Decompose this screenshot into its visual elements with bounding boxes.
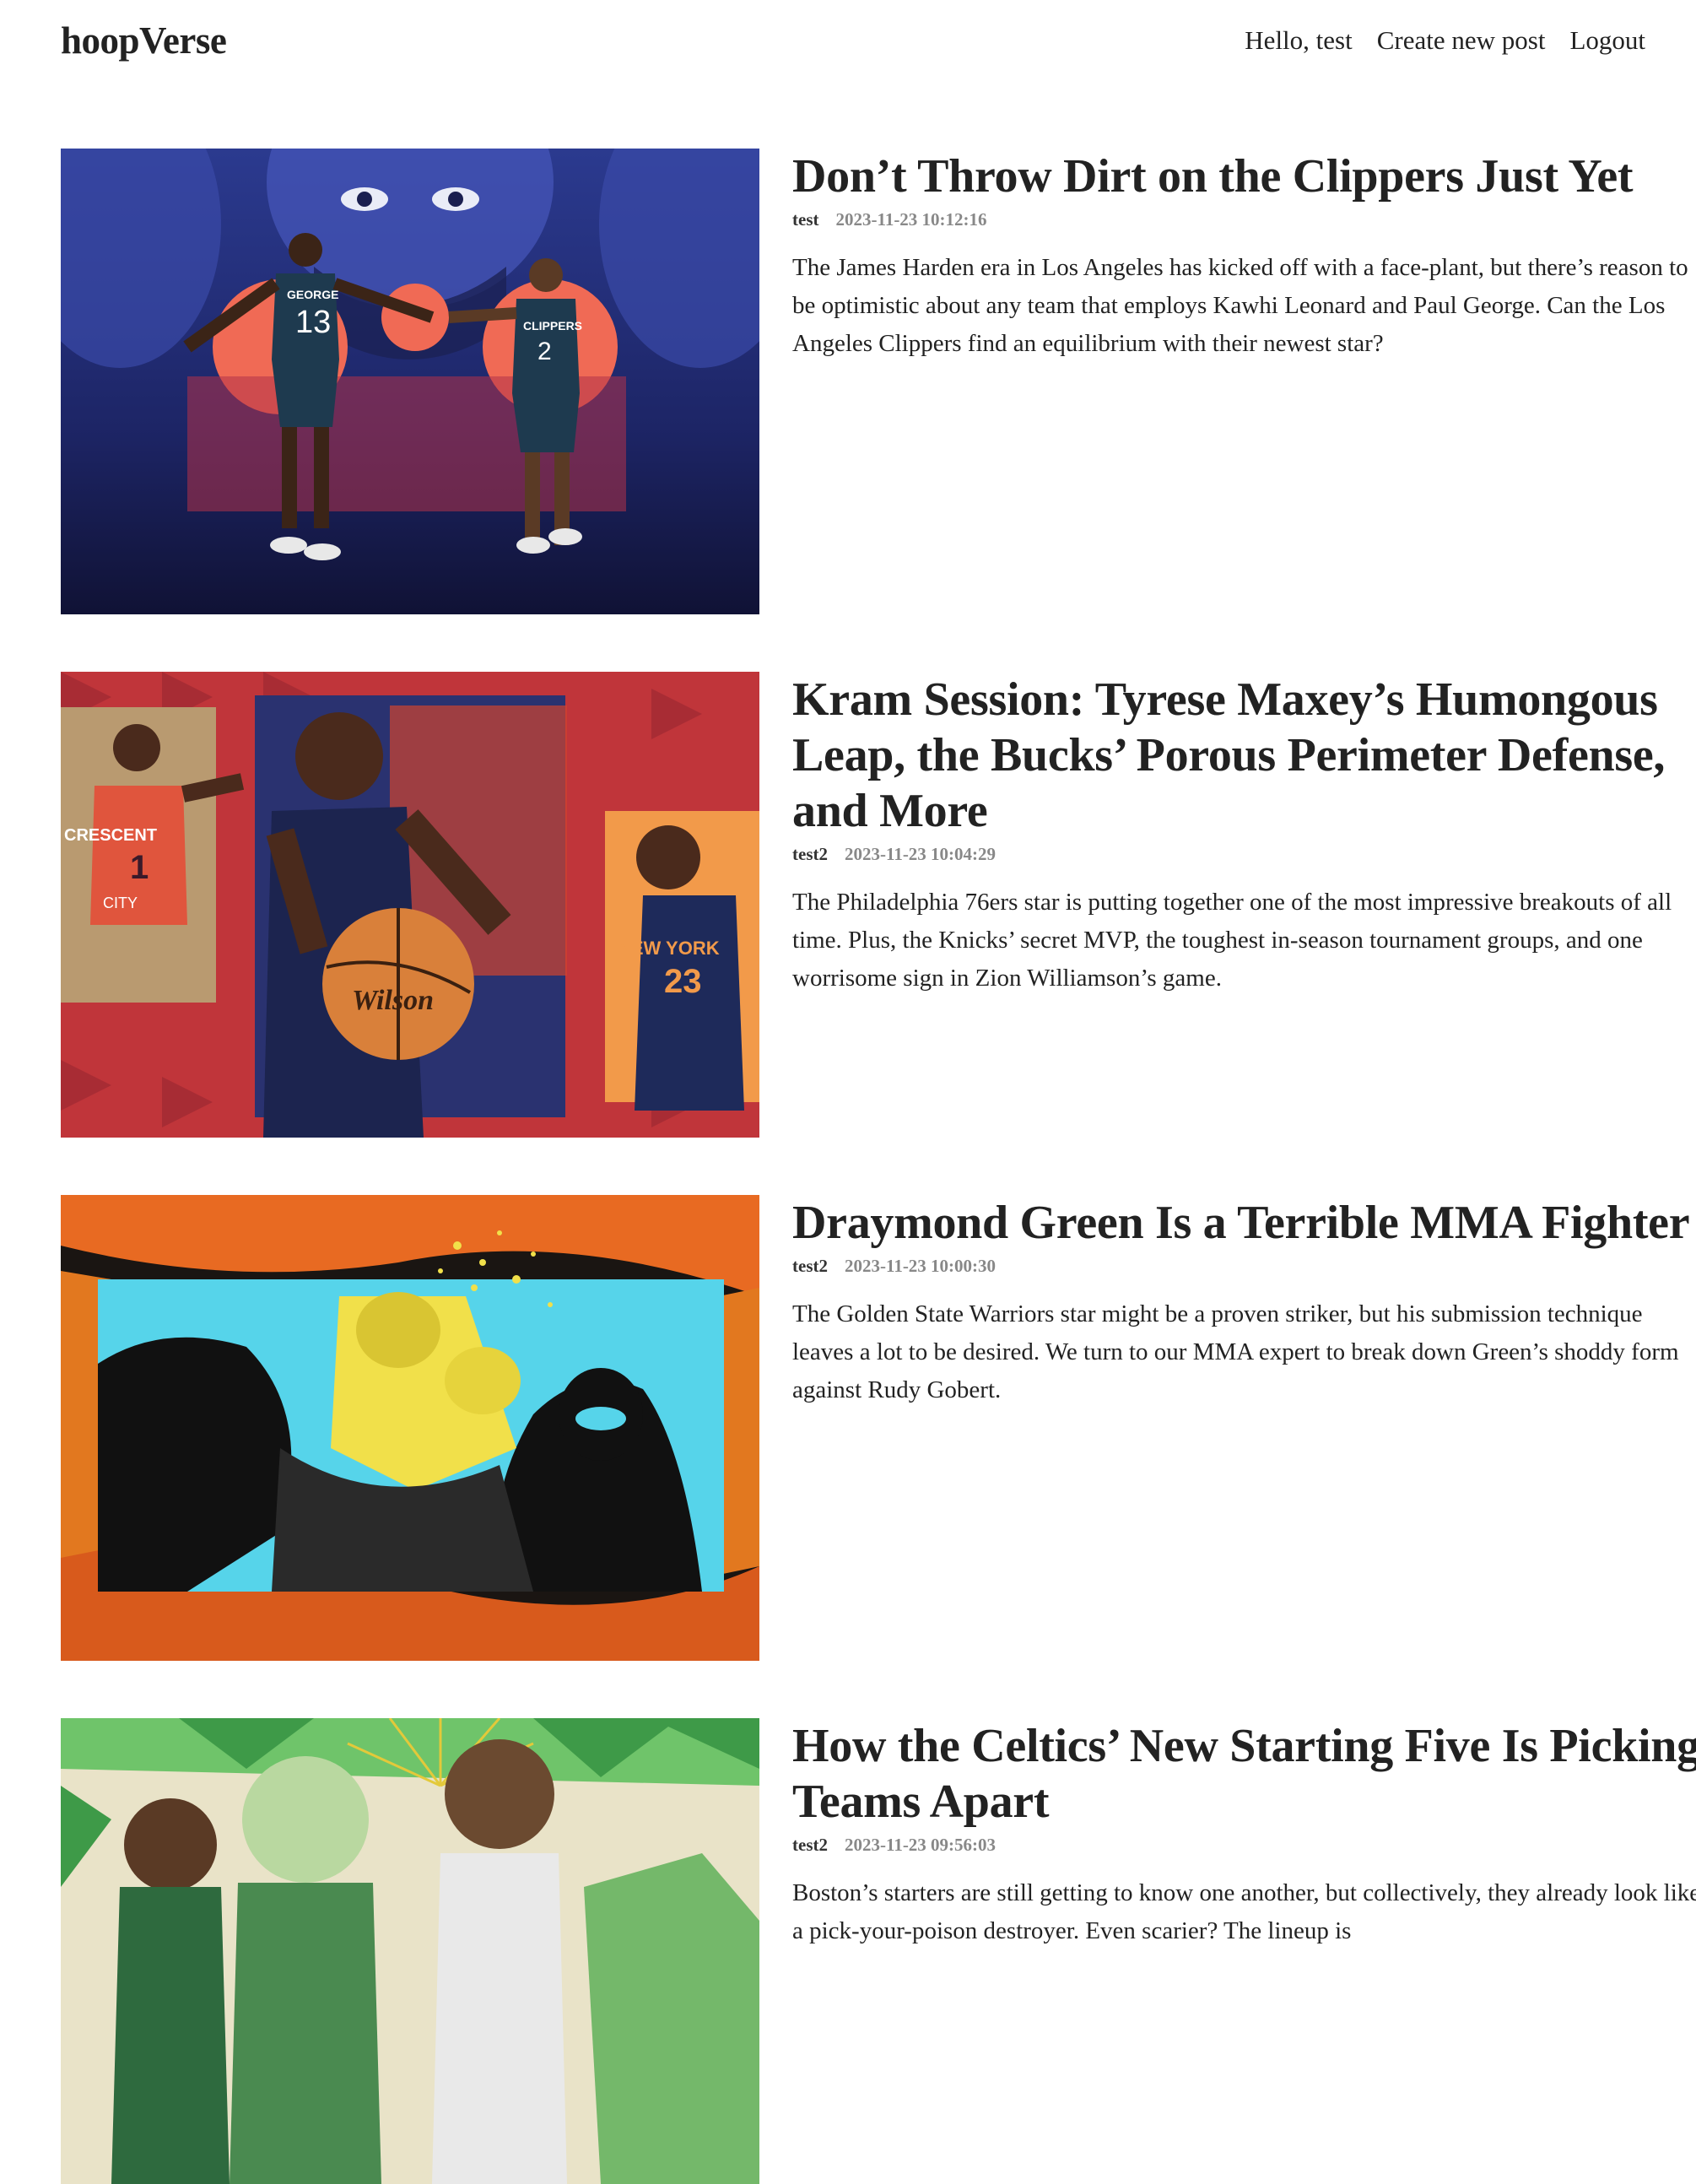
top-nav: Hello, test Create new post Logout — [1245, 25, 1645, 56]
post-image-maxey: CRESCENT 1 CITY Wilson NEW YORK 23 — [61, 672, 759, 1138]
post-image-celtics — [61, 1718, 759, 2184]
post-time: 2023-11-23 10:12:16 — [835, 209, 987, 230]
post-meta: test2 2023-11-23 10:04:29 — [792, 844, 1696, 865]
jersey-text: CRESCENT — [64, 826, 157, 845]
post-meta: test 2023-11-23 10:12:16 — [792, 209, 1696, 230]
post-card: CRESCENT 1 CITY Wilson NEW YORK 23 Kram … — [61, 672, 1672, 1138]
jersey-text: NEW YORK — [618, 938, 720, 959]
post-image-link[interactable]: CRESCENT 1 CITY Wilson NEW YORK 23 — [61, 672, 759, 1138]
jersey-text: GEORGE — [287, 288, 338, 301]
post-text: Draymond Green Is a Terrible MMA Fighter… — [792, 1195, 1696, 1434]
post-summary: The Golden State Warriors star might be … — [792, 1300, 1679, 1403]
post-card: Draymond Green Is a Terrible MMA Fighter… — [61, 1195, 1690, 1661]
post-text: Don’t Throw Dirt on the Clippers Just Ye… — [792, 149, 1696, 387]
jersey-number: 1 — [130, 849, 149, 886]
post-image-link[interactable] — [61, 1195, 759, 1661]
post-summary: The Philadelphia 76ers star is putting t… — [792, 889, 1672, 992]
post-title: Kram Session: Tyrese Maxey’s Humongous L… — [792, 672, 1696, 839]
post-image-clippers: GEORGE 13 CLIPPERS 2 — [61, 149, 759, 614]
post-author: test2 — [792, 1835, 828, 1855]
post-card: How the Celtics’ New Starting Five Is Pi… — [61, 1718, 1696, 2184]
post-image-link[interactable]: GEORGE 13 CLIPPERS 2 — [61, 149, 759, 614]
ball-logo-text: Wilson — [352, 985, 434, 1016]
jersey-number: 2 — [537, 338, 552, 365]
jersey-number: 23 — [664, 963, 702, 1000]
create-post-link[interactable]: Create new post — [1377, 25, 1546, 56]
post-time: 2023-11-23 10:00:30 — [844, 1256, 997, 1276]
post-title: How the Celtics’ New Starting Five Is Pi… — [792, 1718, 1696, 1830]
jersey-text: CITY — [103, 895, 138, 911]
post-text: Kram Session: Tyrese Maxey’s Humongous L… — [792, 672, 1696, 1022]
post-title: Draymond Green Is a Terrible MMA Fighter — [792, 1195, 1696, 1251]
post-time: 2023-11-23 10:04:29 — [844, 844, 997, 864]
post-meta: test2 2023-11-23 09:56:03 — [792, 1835, 1696, 1856]
logout-link[interactable]: Logout — [1569, 25, 1645, 56]
post-title-link[interactable]: Draymond Green Is a Terrible MMA Fighter — [792, 1197, 1690, 1249]
post-title-link[interactable]: How the Celtics’ New Starting Five Is Pi… — [792, 1720, 1696, 1828]
site-header: hoopVerse Hello, test Create new post Lo… — [61, 14, 1645, 68]
jersey-text: CLIPPERS — [523, 319, 582, 332]
post-image-link[interactable] — [61, 1718, 759, 2184]
post-text: How the Celtics’ New Starting Five Is Pi… — [792, 1718, 1696, 1975]
post-author: test — [792, 209, 819, 230]
post-summary: The James Harden era in Los Angeles has … — [792, 254, 1688, 357]
post-title-link[interactable]: Kram Session: Tyrese Maxey’s Humongous L… — [792, 673, 1665, 837]
post-summary: Boston’s starters are still getting to k… — [792, 1879, 1696, 1944]
site-logo[interactable]: hoopVerse — [61, 19, 227, 62]
user-greeting-link[interactable]: Hello, test — [1245, 25, 1352, 56]
post-time: 2023-11-23 09:56:03 — [844, 1835, 997, 1855]
post-author: test2 — [792, 1256, 828, 1276]
post-card: GEORGE 13 CLIPPERS 2 Don’t Throw Dirt on… — [61, 149, 1688, 614]
post-meta: test2 2023-11-23 10:00:30 — [792, 1256, 1696, 1277]
post-author: test2 — [792, 844, 828, 864]
jersey-number: 13 — [295, 305, 331, 340]
post-title-link[interactable]: Don’t Throw Dirt on the Clippers Just Ye… — [792, 150, 1634, 203]
post-image-draymond — [61, 1195, 759, 1661]
post-title: Don’t Throw Dirt on the Clippers Just Ye… — [792, 149, 1696, 204]
